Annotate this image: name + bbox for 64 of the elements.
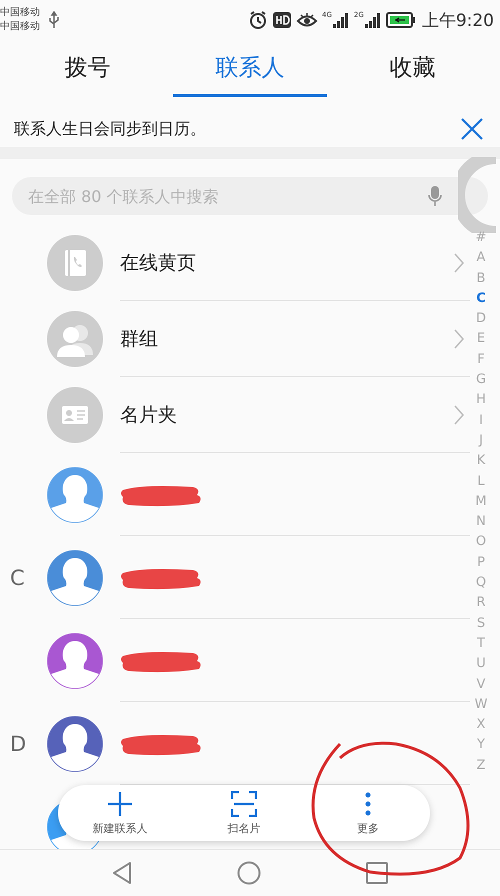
index-letter[interactable]: L [477, 472, 485, 492]
index-letter[interactable]: Q [476, 573, 486, 594]
index-letter[interactable]: R [476, 593, 486, 614]
back-icon[interactable] [112, 861, 132, 885]
plus-icon [107, 790, 133, 816]
eye-icon [296, 11, 318, 29]
index-letter[interactable]: F [477, 350, 485, 370]
section-letter: D [9, 732, 28, 756]
microphone-icon[interactable] [428, 185, 442, 207]
index-letter[interactable]: K [476, 451, 486, 472]
home-icon[interactable] [236, 861, 261, 885]
index-letter[interactable]: B [476, 268, 486, 289]
group-icon [47, 311, 103, 367]
index-letter[interactable]: # [476, 228, 486, 248]
phone-book-icon [47, 235, 103, 291]
index-letter[interactable]: W [474, 694, 488, 716]
index-letter[interactable]: M [475, 492, 487, 512]
recents-icon[interactable] [366, 862, 388, 884]
index-letter[interactable]: J [479, 430, 483, 452]
index-letter[interactable]: D [476, 309, 486, 330]
index-letter[interactable]: C [476, 288, 486, 310]
index-letter[interactable]: U [476, 654, 486, 675]
clock-time: 上午9:20 [422, 10, 494, 32]
index-letter[interactable]: P [477, 552, 485, 574]
index-letter[interactable]: Z [476, 756, 486, 776]
usb-icon [48, 11, 60, 29]
index-letter[interactable]: N [476, 512, 486, 532]
signal-icon [332, 11, 350, 29]
index-letter[interactable]: I [479, 410, 483, 431]
hd-icon [272, 11, 292, 29]
signal-icon [364, 11, 382, 29]
banner-text: 联系人生日会同步到日历。 [14, 118, 206, 140]
tab[interactable]: 拨号 [10, 40, 165, 97]
more-icon [364, 790, 372, 816]
scan-icon [231, 790, 257, 816]
index-letter[interactable]: O [476, 532, 486, 553]
index-letter[interactable]: E [476, 329, 486, 350]
index-letter[interactable]: A [476, 248, 486, 269]
chevron-icon [454, 329, 464, 349]
battery-icon [386, 11, 416, 29]
tab[interactable]: 收藏 [335, 40, 490, 97]
index-letter[interactable]: V [476, 674, 486, 695]
chevron-icon [454, 253, 464, 273]
search-field[interactable]: 在全部 80 个联系人中搜索 [12, 177, 488, 215]
index-letter[interactable]: X [476, 715, 486, 736]
list-item[interactable]: 名片夹 [0, 377, 470, 453]
action-button[interactable]: 扫名片 [182, 785, 306, 841]
business-card-icon [47, 387, 103, 443]
index-letter[interactable]: H [476, 390, 486, 411]
index-letter[interactable]: G [476, 370, 486, 390]
carrier-name: 中国移动 [0, 20, 40, 34]
list-item[interactable]: 在线黄页 [0, 225, 470, 301]
index-letter[interactable]: T [477, 634, 485, 654]
close-icon[interactable] [460, 117, 484, 141]
alarm-icon [248, 10, 268, 30]
tab[interactable]: 联系人 [172, 40, 328, 97]
section-letter: C [9, 566, 26, 590]
carrier-name: 中国移动 [0, 6, 40, 20]
list-item[interactable]: 群组 [0, 301, 470, 377]
index-letter[interactable]: S [476, 614, 486, 634]
action-button[interactable]: 新建联系人 [58, 785, 182, 841]
action-button[interactable]: 更多 [306, 785, 430, 841]
index-letter[interactable]: Y [477, 735, 485, 756]
chevron-icon [454, 405, 464, 425]
